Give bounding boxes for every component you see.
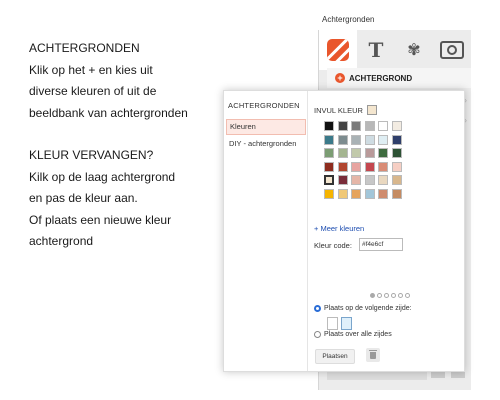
color-swatch[interactable] bbox=[324, 161, 334, 172]
add-background-button[interactable]: + ACHTERGROND bbox=[327, 68, 471, 88]
color-swatch[interactable] bbox=[324, 175, 334, 185]
color-swatch[interactable] bbox=[378, 161, 388, 172]
instructions-line: beeldbank van achtergronden bbox=[29, 105, 188, 120]
color-swatch[interactable] bbox=[378, 188, 388, 199]
color-swatch[interactable] bbox=[364, 188, 375, 199]
color-swatch[interactable] bbox=[351, 148, 361, 158]
radio-all-sides[interactable]: Plaats over alle zijdes bbox=[314, 331, 392, 338]
pagination-dots bbox=[370, 293, 412, 298]
color-swatch[interactable] bbox=[391, 188, 402, 199]
more-colors-link[interactable]: + Meer kleuren bbox=[314, 224, 364, 233]
tab-photos[interactable] bbox=[433, 30, 471, 70]
color-swatch[interactable] bbox=[364, 121, 375, 131]
color-swatch[interactable] bbox=[351, 175, 361, 185]
color-swatch[interactable] bbox=[378, 175, 388, 185]
color-swatch[interactable] bbox=[391, 134, 402, 145]
tab-backgrounds[interactable] bbox=[319, 30, 357, 70]
fill-color-label: INVUL KLEUR bbox=[314, 105, 377, 115]
instructions-line: Kilk op de laag achtergrond bbox=[29, 169, 176, 184]
radio-button[interactable] bbox=[314, 305, 321, 312]
background-icon bbox=[327, 39, 349, 61]
color-swatch[interactable] bbox=[324, 134, 334, 145]
color-swatch[interactable] bbox=[351, 121, 361, 131]
radio-label: Plaats over alle zijdes bbox=[324, 331, 392, 338]
place-button[interactable]: Plaatsen bbox=[315, 349, 355, 364]
page-dot[interactable] bbox=[377, 293, 382, 298]
color-swatch[interactable] bbox=[337, 175, 348, 185]
color-swatch[interactable] bbox=[351, 161, 361, 172]
instructions-title: ACHTERGRONDEN bbox=[29, 41, 140, 55]
color-code-input[interactable]: #f4e6cf bbox=[359, 238, 403, 251]
radio-button[interactable] bbox=[314, 331, 321, 338]
tab-shapes[interactable]: ✾ bbox=[395, 30, 433, 70]
camera-icon bbox=[440, 41, 464, 59]
color-swatch[interactable] bbox=[378, 148, 388, 158]
delete-button[interactable] bbox=[366, 348, 380, 362]
color-code-label: Kleur code: bbox=[314, 241, 352, 250]
color-swatch[interactable] bbox=[337, 161, 348, 172]
fill-color-preview bbox=[366, 105, 377, 115]
panel-title: Achtergronden bbox=[322, 15, 375, 24]
instructions: ACHTERGRONDEN Klik op het + en kies uit … bbox=[29, 38, 209, 253]
instructions-line: Of plaats een nieuwe kleur bbox=[29, 212, 172, 227]
instructions-line: diverse kleuren of uit de bbox=[29, 84, 157, 98]
tab-text[interactable]: T bbox=[357, 30, 395, 70]
color-popup: ACHTERGRONDEN Kleuren DIY - achtergronde… bbox=[223, 90, 465, 372]
trash-icon bbox=[369, 349, 377, 359]
color-swatch[interactable] bbox=[364, 148, 375, 158]
color-swatch[interactable] bbox=[324, 121, 334, 131]
color-swatch[interactable] bbox=[337, 134, 348, 145]
popup-sidebar: ACHTERGRONDEN Kleuren DIY - achtergronde… bbox=[224, 91, 308, 371]
color-swatch[interactable] bbox=[364, 175, 375, 185]
side-option-selected[interactable] bbox=[341, 317, 352, 330]
color-swatch[interactable] bbox=[324, 188, 334, 199]
toolbar: T ✾ bbox=[319, 30, 471, 70]
sidebar-item-diy[interactable]: DIY - achtergronden bbox=[226, 137, 304, 151]
color-swatch[interactable] bbox=[378, 121, 388, 131]
leaf-icon: ✾ bbox=[407, 42, 421, 59]
color-swatch[interactable] bbox=[337, 121, 348, 131]
fill-color-text: INVUL KLEUR bbox=[314, 105, 363, 115]
text-icon: T bbox=[368, 38, 384, 62]
color-swatch[interactable] bbox=[337, 188, 348, 199]
page-dot[interactable] bbox=[391, 293, 396, 298]
sidebar-item-kleuren[interactable]: Kleuren bbox=[226, 119, 306, 135]
color-swatch[interactable] bbox=[391, 121, 402, 131]
plus-icon: + bbox=[335, 73, 345, 83]
page-dot[interactable] bbox=[370, 293, 375, 298]
color-swatch[interactable] bbox=[391, 175, 402, 185]
sidebar-title: ACHTERGRONDEN bbox=[228, 101, 300, 110]
color-swatch[interactable] bbox=[378, 134, 388, 145]
color-swatch[interactable] bbox=[364, 161, 375, 172]
instructions-line: Klik op het + en kies uit bbox=[29, 62, 153, 77]
color-swatch[interactable] bbox=[391, 148, 402, 158]
color-swatch[interactable] bbox=[391, 161, 402, 172]
page-dot[interactable] bbox=[384, 293, 389, 298]
side-option[interactable] bbox=[327, 317, 338, 330]
color-swatch[interactable] bbox=[364, 134, 375, 145]
radio-label: Plaats op de volgende zijde: bbox=[324, 305, 412, 312]
color-swatch[interactable] bbox=[351, 188, 361, 199]
color-swatch[interactable] bbox=[337, 148, 348, 158]
page-dot[interactable] bbox=[405, 293, 410, 298]
instructions-line: achtergrond bbox=[29, 234, 94, 248]
color-swatch[interactable] bbox=[351, 134, 361, 145]
page-dot[interactable] bbox=[398, 293, 403, 298]
section-header-label: ACHTERGROND bbox=[349, 73, 413, 83]
radio-next-side[interactable]: Plaats op de volgende zijde: bbox=[314, 305, 412, 312]
instructions-title-2: KLEUR VERVANGEN? bbox=[29, 148, 154, 162]
instructions-line: en pas de kleur aan. bbox=[29, 191, 138, 205]
color-swatch[interactable] bbox=[324, 148, 334, 158]
